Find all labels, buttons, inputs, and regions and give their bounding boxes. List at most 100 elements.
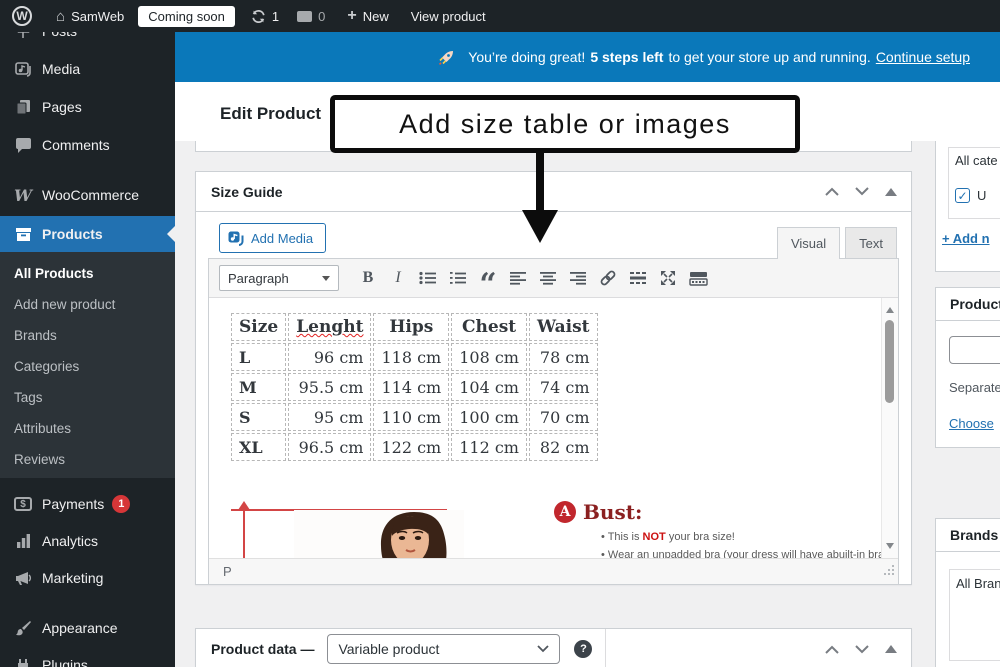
- toolbar-toggle-keyboard-button[interactable]: [683, 264, 713, 292]
- scroll-down-icon[interactable]: [886, 543, 894, 549]
- label-a-badge: A: [554, 501, 576, 523]
- add-media-button[interactable]: Add Media: [219, 223, 327, 253]
- cell-hips: 122 cm: [373, 433, 450, 461]
- blockquote-button[interactable]: “: [473, 264, 503, 300]
- sidebar-item-plugins[interactable]: Plugins: [0, 648, 175, 667]
- align-right-button[interactable]: [563, 264, 593, 292]
- annotation-arrow: [536, 153, 544, 211]
- payments-count-badge: 1: [112, 495, 131, 513]
- megaphone-icon: [13, 568, 33, 588]
- comments-menu[interactable]: 0: [297, 9, 325, 24]
- comment-count: 0: [318, 8, 326, 24]
- submenu-all-products[interactable]: All Products: [0, 261, 175, 292]
- editor-content-area[interactable]: Size Lenght Hips Chest Waist L 96 cm 118…: [209, 298, 898, 558]
- sidebar-item-woocommerce[interactable]: W WooCommerce: [0, 178, 175, 212]
- move-up-icon[interactable]: [825, 187, 839, 196]
- checkbox-checked-icon[interactable]: ✓: [955, 188, 970, 203]
- bold-button[interactable]: B: [353, 264, 383, 292]
- tab-visual[interactable]: Visual: [776, 227, 841, 259]
- editor-container: Paragraph B I “ Size Lenght Hips Chest W…: [208, 258, 899, 584]
- divider: [605, 629, 607, 667]
- scrollbar-thumb[interactable]: [885, 320, 894, 403]
- italic-button[interactable]: I: [383, 264, 413, 292]
- cell-hips: 110 cm: [373, 403, 450, 431]
- editor-mode-tabs: Visual Text: [776, 227, 897, 259]
- wordpress-logo-icon[interactable]: W: [12, 6, 32, 26]
- sidebar-item-pages[interactable]: Pages: [0, 90, 175, 124]
- sidebar-item-payments[interactable]: $ Payments 1: [0, 487, 175, 521]
- bullet-list-button[interactable]: [413, 264, 443, 292]
- toggle-panel-icon[interactable]: [885, 645, 897, 653]
- rocket-icon: [438, 49, 455, 66]
- cell-length: 96 cm: [288, 343, 372, 371]
- resize-grip-icon[interactable]: [883, 563, 895, 581]
- add-media-label: Add Media: [251, 230, 314, 246]
- sidebar-item-media[interactable]: Media: [0, 52, 175, 86]
- brands-metabox: Brands All Bran: [935, 518, 1000, 667]
- sidebar-item-comments[interactable]: Comments: [0, 128, 175, 162]
- comment-icon: [13, 135, 33, 155]
- products-box-icon: [13, 224, 33, 244]
- fullscreen-button[interactable]: [653, 264, 683, 292]
- sidebar-item-products[interactable]: Products: [0, 216, 175, 252]
- sidebar-item-appearance[interactable]: Appearance: [0, 611, 175, 645]
- submenu-categories[interactable]: Categories: [0, 354, 175, 385]
- banner-text-prefix: You’re doing great!: [468, 49, 586, 65]
- move-down-icon[interactable]: [855, 644, 869, 654]
- add-media-icon: [228, 231, 245, 246]
- continue-setup-link[interactable]: Continue setup: [876, 49, 970, 65]
- submenu-attributes[interactable]: Attributes: [0, 416, 175, 447]
- new-content-menu[interactable]: + New: [347, 7, 388, 25]
- submenu-add-new-product[interactable]: Add new product: [0, 292, 175, 323]
- cell-length: 95.5 cm: [288, 373, 372, 401]
- tab-all-categories[interactable]: All cate: [955, 153, 998, 168]
- paragraph-format-select[interactable]: Paragraph: [219, 265, 339, 291]
- pages-icon: [13, 97, 33, 117]
- numbered-list-button[interactable]: [443, 264, 473, 292]
- col-header-lenght: Lenght: [296, 317, 364, 337]
- banner-bold-text: 5 steps left: [590, 49, 664, 65]
- tags-input[interactable]: [949, 336, 1000, 364]
- tab-text[interactable]: Text: [845, 227, 897, 259]
- cell-size: M: [231, 373, 287, 401]
- scroll-up-icon[interactable]: [886, 307, 894, 313]
- site-name-menu[interactable]: ⌂ SamWeb: [56, 8, 124, 25]
- toggle-panel-icon[interactable]: [885, 187, 897, 196]
- read-more-tag-button[interactable]: [623, 264, 653, 292]
- tab-all-brands[interactable]: All Bran: [956, 576, 1000, 591]
- add-new-category-link[interactable]: + Add n: [942, 231, 990, 246]
- help-tip-icon[interactable]: ?: [574, 640, 593, 658]
- submenu-reviews[interactable]: Reviews: [0, 447, 175, 478]
- size-guide-header[interactable]: Size Guide: [196, 172, 911, 212]
- sidebar-item-label: Pages: [42, 99, 82, 115]
- view-product-link[interactable]: View product: [411, 9, 486, 24]
- choose-tags-link[interactable]: Choose: [949, 416, 994, 431]
- col-header-size: Size: [231, 313, 287, 341]
- sidebar-item-analytics[interactable]: Analytics: [0, 524, 175, 558]
- insert-link-button[interactable]: [593, 264, 623, 292]
- submenu-brands[interactable]: Brands: [0, 323, 175, 354]
- site-name-label: SamWeb: [71, 8, 125, 24]
- cell-chest: 108 cm: [451, 343, 527, 371]
- brands-title: Brands: [950, 527, 999, 543]
- tags-hint: Separate: [949, 380, 1000, 395]
- editor-scrollbar[interactable]: [881, 298, 898, 558]
- product-tags-title: Product: [950, 296, 1000, 312]
- move-down-icon[interactable]: [855, 187, 869, 196]
- cell-size: L: [231, 343, 287, 371]
- submenu-tags[interactable]: Tags: [0, 385, 175, 416]
- cell-length: 96.5 cm: [288, 433, 372, 461]
- align-center-button[interactable]: [533, 264, 563, 292]
- product-type-select[interactable]: Variable product: [327, 634, 561, 664]
- size-table[interactable]: Size Lenght Hips Chest Waist L 96 cm 118…: [229, 311, 600, 463]
- chevron-down-icon: [322, 275, 330, 281]
- align-left-button[interactable]: [503, 264, 533, 292]
- updates-menu[interactable]: 1: [251, 9, 279, 24]
- move-up-icon[interactable]: [825, 645, 839, 654]
- sidebar-item-label: Comments: [42, 137, 110, 153]
- sidebar-item-marketing[interactable]: Marketing: [0, 561, 175, 595]
- coming-soon-badge[interactable]: Coming soon: [138, 5, 235, 27]
- comments-bubble-icon: [297, 10, 313, 22]
- category-checkbox-row: ✓ U: [955, 188, 986, 203]
- banner-text-suffix: to get your store up and running.: [668, 49, 871, 65]
